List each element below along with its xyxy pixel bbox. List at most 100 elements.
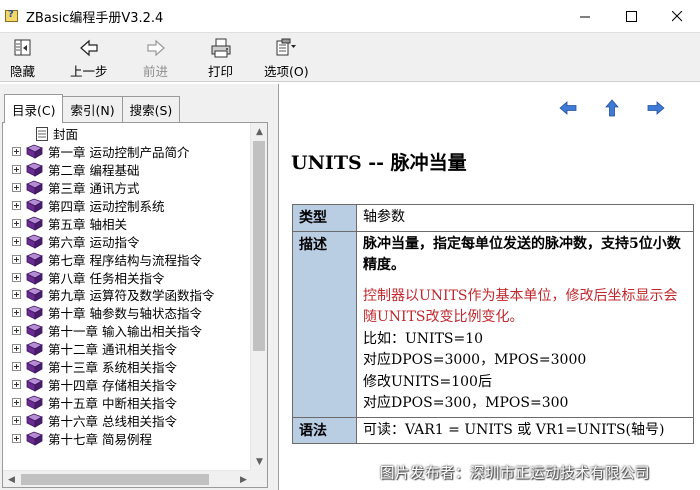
toolbar: 隐藏 上一步 前进 打印 选项(O) <box>0 32 700 82</box>
back-button[interactable]: 上一步 <box>70 37 108 81</box>
tree-item-chapter[interactable]: 第四章 运动控制系统 <box>3 197 243 215</box>
tab-search[interactable]: 搜索(S) <box>121 96 181 122</box>
expand-icon[interactable] <box>12 344 21 354</box>
forward-arrow-icon <box>146 39 165 57</box>
tree-item-chapter[interactable]: 第七章 程序结构与流程指令 <box>3 250 243 268</box>
back-arrow-icon <box>79 39 98 57</box>
tree-item-chapter[interactable]: 第十五章 中断相关指令 <box>3 393 243 411</box>
expand-icon[interactable] <box>12 272 21 282</box>
options-button[interactable]: 选项(O) <box>264 37 309 81</box>
tree-item-chapter[interactable]: 第十章 轴参数与轴状态指令 <box>3 304 243 322</box>
book-icon <box>26 323 43 338</box>
expand-icon[interactable] <box>12 362 21 372</box>
example-line: 对应DPOS=300，MPOS=300 <box>363 395 569 411</box>
prev-topic-button[interactable] <box>558 98 578 118</box>
book-icon <box>26 395 43 410</box>
tree-item-chapter[interactable]: 第三章 通讯方式 <box>3 179 243 197</box>
tree-item-label: 第一章 运动控制产品简介 <box>48 145 190 161</box>
book-icon <box>26 305 43 321</box>
back-button-label: 上一步 <box>70 64 108 79</box>
tree-item-chapter[interactable]: 第十四章 存储相关指令 <box>3 375 243 393</box>
hide-pane-icon <box>14 39 30 56</box>
tree-item-chapter[interactable]: 第二章 编程基础 <box>3 161 243 179</box>
tree-item-chapter[interactable]: 第十三章 系统相关指令 <box>3 358 243 376</box>
book-icon <box>26 180 43 195</box>
expand-icon[interactable] <box>12 165 21 175</box>
hscroll-thumb[interactable] <box>21 474 209 485</box>
tree-item-chapter[interactable]: 第十七章 简易例程 <box>3 429 243 447</box>
tree-item-chapter[interactable]: 第九章 运算符及数学函数指令 <box>3 286 243 304</box>
tree-item-label: 第二章 编程基础 <box>48 163 140 179</box>
description-summary: 脉冲当量，指定每单位发送的脉冲数，支持5位小数精度。 <box>363 235 681 273</box>
expand-icon[interactable] <box>12 397 21 407</box>
description-value: 脉冲当量，指定每单位发送的脉冲数，支持5位小数精度。 控制器以UNITS作为基本… <box>356 230 694 418</box>
table-row: 描述 脉冲当量，指定每单位发送的脉冲数，支持5位小数精度。 控制器以UNITS作… <box>292 230 694 418</box>
tree-item-label: 第九章 运算符及数学函数指令 <box>48 288 215 304</box>
print-button[interactable]: 打印 <box>208 37 233 81</box>
forward-button[interactable]: 前进 <box>143 37 168 81</box>
book-icon <box>26 270 43 285</box>
tree-vertical-scrollbar[interactable]: ▲ ▼ <box>250 123 267 470</box>
tree-horizontal-scrollbar[interactable]: ◀ ▶ <box>3 470 252 487</box>
contents-tree-box: 封面第一章 运动控制产品简介 第二章 编程基础 第三章 通讯方式 第四章 运动控制系统… <box>2 122 268 488</box>
scroll-left-icon[interactable]: ◀ <box>3 471 20 488</box>
expand-icon[interactable] <box>12 147 21 157</box>
tree-item-label: 第十二章 通讯相关指令 <box>48 342 177 358</box>
tree-item-chapter[interactable]: 第十六章 总线相关指令 <box>3 411 243 429</box>
scroll-thumb[interactable] <box>253 141 265 351</box>
tree-item-chapter[interactable]: 第十二章 通讯相关指令 <box>3 340 243 358</box>
tree-item-chapter[interactable]: 第六章 运动指令 <box>3 232 243 250</box>
minimize-button[interactable] <box>562 0 608 32</box>
table-row: 类型 轴参数 <box>292 204 694 232</box>
tree-item-cover[interactable]: 封面 <box>3 125 243 143</box>
tree-item-label: 第三章 通讯方式 <box>48 181 140 197</box>
maximize-button[interactable] <box>608 0 654 32</box>
description-note: 控制器以UNITS作为基本单位，修改后坐标显示会随UNITS改变比例变化。 <box>363 287 678 326</box>
book-icon <box>26 216 43 231</box>
tree-item-label: 第十五章 中断相关指令 <box>48 395 177 411</box>
next-topic-button[interactable] <box>646 98 666 118</box>
options-icon <box>276 38 297 56</box>
close-button[interactable] <box>654 0 700 32</box>
expand-icon[interactable] <box>12 379 21 389</box>
forward-button-label: 前进 <box>143 64 169 79</box>
help-window: ? ZBasic编程手册V3.2.4 隐藏 上一步 前进 打印 选项(O) 目录… <box>0 0 700 490</box>
expand-icon[interactable] <box>12 218 21 228</box>
expand-icon[interactable] <box>12 290 21 300</box>
book-icon <box>26 431 43 446</box>
scroll-down-icon[interactable]: ▼ <box>251 453 268 470</box>
expand-icon[interactable] <box>12 254 21 264</box>
tab-index[interactable]: 索引(N) <box>62 96 123 122</box>
hide-button[interactable]: 隐藏 <box>10 37 35 81</box>
minimize-icon <box>579 16 590 17</box>
navigation-pane: 目录(C) 索引(N) 搜索(S) 封面第一章 运动控制产品简介 第二章 编程基础… <box>0 84 274 490</box>
up-topic-button[interactable] <box>602 98 622 118</box>
book-icon <box>26 413 43 428</box>
expand-icon[interactable] <box>12 415 21 425</box>
tree-item-label: 第七章 程序结构与流程指令 <box>48 252 202 268</box>
tab-contents[interactable]: 目录(C) <box>4 94 64 123</box>
pane-splitter[interactable] <box>274 84 279 490</box>
expand-icon[interactable] <box>12 236 21 246</box>
maximize-icon <box>625 10 637 22</box>
example-line: 对应DPOS=3000，MPOS=3000 <box>363 352 587 368</box>
next-topic-icon <box>647 101 665 115</box>
expand-icon[interactable] <box>12 308 21 318</box>
book-icon <box>26 198 43 213</box>
tree-item-chapter[interactable]: 第八章 任务相关指令 <box>3 268 243 286</box>
tree-item-chapter[interactable]: 第一章 运动控制产品简介 <box>3 143 243 161</box>
expand-icon[interactable] <box>12 433 21 443</box>
book-icon <box>26 234 43 249</box>
tree-item-label: 第六章 运动指令 <box>48 234 140 250</box>
expand-icon[interactable] <box>12 326 21 336</box>
type-value: 轴参数 <box>356 204 694 232</box>
tree-item-label: 第八章 任务相关指令 <box>48 270 165 286</box>
tree-item-label: 第十四章 存储相关指令 <box>48 377 177 393</box>
scroll-up-icon[interactable]: ▲ <box>251 123 268 140</box>
window-title: ZBasic编程手册V3.2.4 <box>26 10 164 26</box>
expand-icon[interactable] <box>12 201 21 210</box>
tree-item-chapter[interactable]: 第十一章 输入输出相关指令 <box>3 322 243 340</box>
tree-item-chapter[interactable]: 第五章 轴相关 <box>3 214 243 232</box>
title-bar: ? ZBasic编程手册V3.2.4 <box>0 0 700 32</box>
expand-icon[interactable] <box>12 183 21 193</box>
